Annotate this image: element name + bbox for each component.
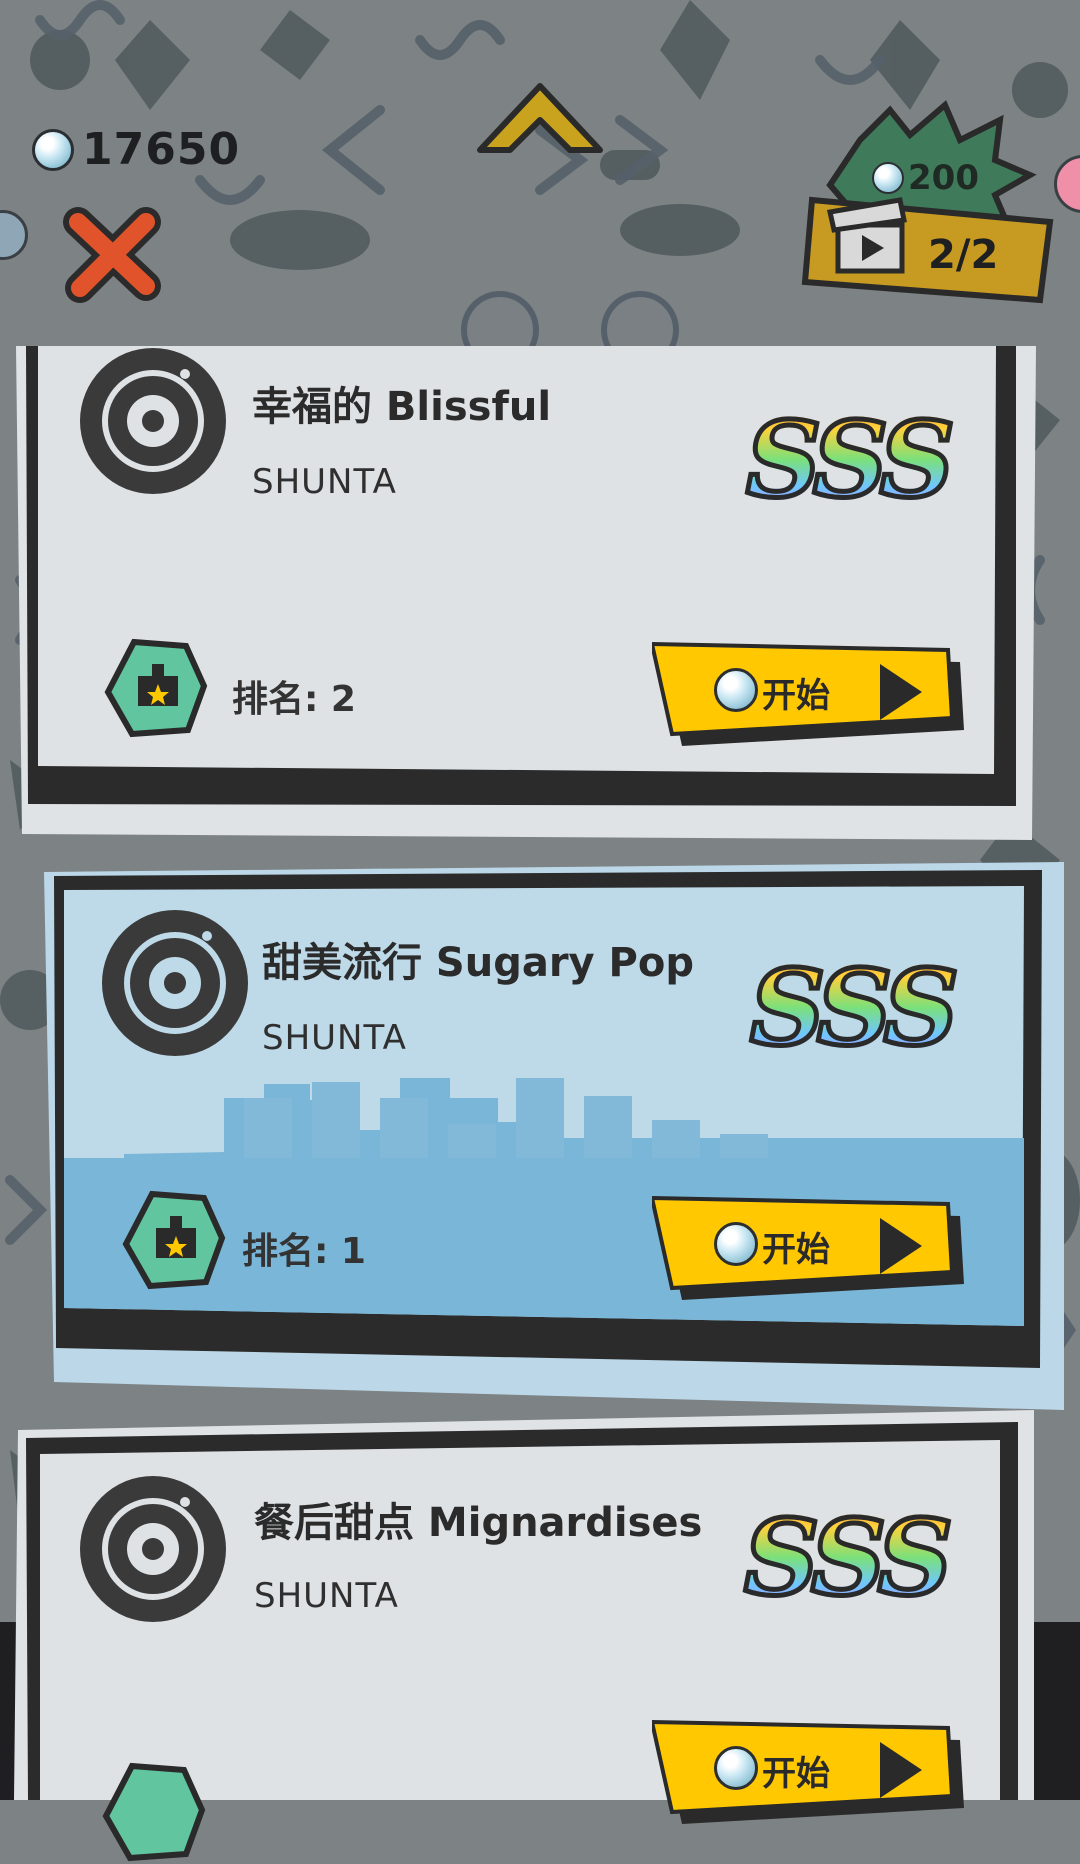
vinyl-disc-icon bbox=[80, 1476, 226, 1622]
start-button[interactable]: 开始 bbox=[652, 1716, 968, 1828]
pearl-icon bbox=[714, 1222, 758, 1266]
grade-badge: SSS bbox=[748, 944, 962, 1072]
grade-badge: SSS bbox=[742, 1494, 956, 1622]
currency-display: 17650 bbox=[32, 124, 240, 175]
start-label: 开始 bbox=[762, 676, 830, 716]
song-card-3[interactable]: 餐后甜点 Mignardises SHUNTA SSS 开始 bbox=[14, 1410, 1034, 1862]
song-artist: SHUNTA bbox=[252, 462, 397, 502]
song-card-1[interactable]: 幸福的 Blissful SHUNTA SSS 排名: 2 开始 bbox=[16, 346, 1036, 840]
song-title: 甜美流行 Sugary Pop bbox=[262, 940, 694, 986]
pearl-icon bbox=[714, 1746, 758, 1790]
play-triangle-icon bbox=[880, 1742, 922, 1798]
rank-label: 排名: 1 bbox=[242, 1231, 366, 1272]
play-triangle-icon bbox=[880, 1218, 922, 1274]
close-x-icon bbox=[63, 207, 161, 303]
song-title: 幸福的 Blissful bbox=[252, 384, 552, 430]
crown-star-badge-icon bbox=[102, 1762, 206, 1862]
chevron-up-icon[interactable] bbox=[470, 78, 610, 168]
currency-value: 17650 bbox=[82, 124, 241, 175]
song-title: 餐后甜点 Mignardises bbox=[254, 1500, 703, 1546]
close-button[interactable] bbox=[58, 200, 168, 310]
video-count: 2/2 bbox=[928, 232, 999, 278]
vinyl-disc-icon bbox=[80, 348, 226, 494]
vinyl-disc-icon bbox=[102, 910, 248, 1056]
song-artist: SHUNTA bbox=[254, 1576, 399, 1616]
pearl-icon bbox=[714, 668, 758, 712]
start-button[interactable]: 开始 bbox=[652, 638, 968, 750]
crown-star-badge-icon bbox=[104, 638, 208, 738]
start-label: 开始 bbox=[762, 1754, 830, 1794]
start-button[interactable]: 开始 bbox=[652, 1192, 968, 1304]
video-reward: 200 bbox=[872, 158, 979, 198]
song-card-2[interactable]: 甜美流行 Sugary Pop SHUNTA SSS 排名: 1 开始 bbox=[44, 862, 1064, 1410]
video-reward-value: 200 bbox=[908, 158, 979, 198]
watch-video-button[interactable] bbox=[800, 100, 1060, 320]
play-triangle-icon bbox=[880, 664, 922, 720]
crown-star-badge-icon bbox=[122, 1190, 226, 1290]
start-label: 开始 bbox=[762, 1230, 830, 1270]
grade-badge: SSS bbox=[744, 396, 958, 524]
song-artist: SHUNTA bbox=[262, 1018, 407, 1058]
rank-label: 排名: 2 bbox=[232, 679, 356, 720]
pearl-icon bbox=[872, 162, 904, 194]
pearl-icon bbox=[32, 128, 74, 171]
